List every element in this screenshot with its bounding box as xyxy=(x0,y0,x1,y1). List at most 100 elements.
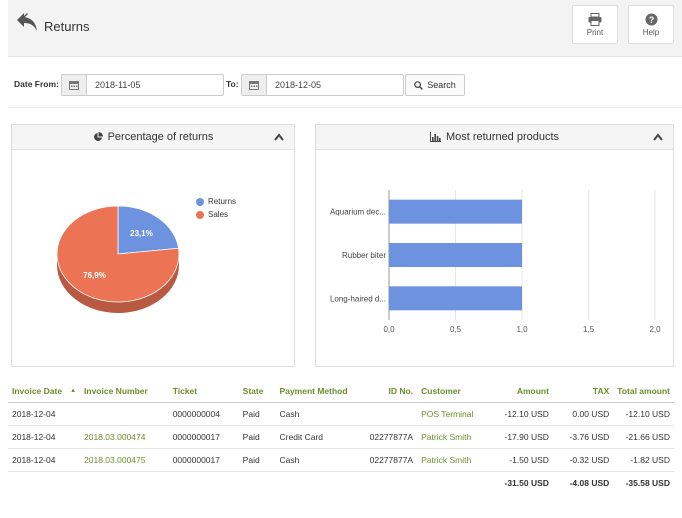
pie-data-label: 76,9% xyxy=(83,271,106,280)
chevron-up-icon[interactable] xyxy=(653,133,663,141)
calendar-icon[interactable] xyxy=(242,75,267,95)
cell-customer[interactable]: POS Terminal xyxy=(417,402,493,426)
date-to-label: To: xyxy=(226,79,239,89)
cell-tax: 0.00 USD xyxy=(552,402,614,426)
cell-id-no: 02277877A xyxy=(365,425,418,449)
page-title: Returns xyxy=(44,19,90,34)
pie-chart: 23,1% 76,9% xyxy=(56,205,180,313)
total-grand-sum: -35.58 USD xyxy=(625,477,670,488)
search-icon xyxy=(414,80,424,90)
cell-payment-method: Cash xyxy=(275,448,366,472)
cell-state: Paid xyxy=(238,402,276,426)
cell-invoice-date: 2018-12-04 xyxy=(8,425,81,449)
totals-row: -31.50 USD -4.08 USD -35.58 USD xyxy=(8,471,674,494)
legend-swatch-returns xyxy=(196,197,204,206)
cell-ticket: 0000000017 xyxy=(168,425,239,449)
bar[interactable] xyxy=(389,199,522,224)
date-to-group xyxy=(241,74,404,96)
pie-chart-icon xyxy=(93,132,103,141)
column-header[interactable]: State xyxy=(238,380,276,403)
cell-tax: -3.76 USD xyxy=(552,425,614,449)
column-header[interactable]: Customer xyxy=(417,380,493,403)
legend-item[interactable]: Sales xyxy=(196,208,236,221)
category-label: Aquarium dec... xyxy=(330,208,386,217)
total-tax-sum: -4.08 USD xyxy=(569,477,610,488)
column-header[interactable]: Invoice Number xyxy=(80,380,169,403)
panel-header: Most returned products xyxy=(316,125,673,150)
print-button[interactable]: Print xyxy=(572,5,618,44)
panel-title: Most returned products xyxy=(445,131,560,143)
x-tick-label: 1,0 xyxy=(516,325,528,334)
bar-chart: 0,0 0,5 1,0 1,5 2,0 Aquarium dec... Rubber bit… xyxy=(330,190,661,334)
cell-id-no: 02277877A xyxy=(365,448,418,472)
cell-invoice-number[interactable] xyxy=(80,402,169,426)
cell-total-amount: -21.66 USD xyxy=(613,425,674,449)
table-row[interactable]: 2018-12-04 2018.03.000474 0000000017 Pai… xyxy=(8,425,674,449)
filter-bar: Date From: To: Search xyxy=(8,62,682,108)
cell-invoice-number[interactable]: 2018.03.000475 xyxy=(80,448,169,472)
cell-customer[interactable]: Patrick Smith xyxy=(417,448,493,472)
table-row[interactable]: 2018-12-04 0000000004 Paid Cash POS Term… xyxy=(8,402,674,426)
legend-item[interactable]: Returns xyxy=(196,195,236,208)
column-header[interactable]: Amount xyxy=(492,380,553,403)
most-returned-products-panel: Most returned products 0,0 0,5 1,0 1,5 2,0 Aq… xyxy=(315,124,674,367)
bar[interactable] xyxy=(389,286,522,311)
cell-invoice-number[interactable]: 2018.03.000474 xyxy=(80,425,169,449)
column-header[interactable]: Total amount xyxy=(613,380,674,403)
returns-table: Invoice Date ▲ Invoice Number Ticket Stat… xyxy=(8,380,674,494)
svg-text:?: ? xyxy=(648,15,654,25)
back-icon[interactable] xyxy=(14,10,40,34)
cell-invoice-date: 2018-12-04 xyxy=(8,448,81,472)
cell-state: Paid xyxy=(238,448,276,472)
printer-icon xyxy=(588,13,602,26)
pie-data-label: 23,1% xyxy=(130,229,153,238)
x-tick-label: 0,5 xyxy=(450,325,462,334)
bar-chart-icon xyxy=(429,132,441,142)
calendar-icon[interactable] xyxy=(62,75,87,95)
cell-amount: -12.10 USD xyxy=(492,402,553,426)
question-circle-icon: ? xyxy=(645,13,657,26)
pie-legend: Returns Sales xyxy=(196,195,236,221)
cell-amount: -1.50 USD xyxy=(492,448,553,472)
column-header[interactable]: ID No. xyxy=(365,380,418,403)
table-row[interactable]: 2018-12-04 2018.03.000475 0000000017 Pai… xyxy=(8,448,674,472)
legend-swatch-sales xyxy=(196,210,204,219)
print-label: Print xyxy=(586,28,604,37)
date-from-label: Date From: xyxy=(14,79,59,89)
chevron-up-icon[interactable] xyxy=(274,133,284,141)
bar[interactable] xyxy=(389,243,522,267)
x-tick-label: 1,5 xyxy=(583,325,595,334)
panel-header: Percentage of returns xyxy=(12,125,294,150)
column-header[interactable]: Ticket xyxy=(168,380,239,403)
cell-tax: -0.32 USD xyxy=(552,448,614,472)
returns-percentage-panel: Percentage of returns 23,1% 76,9% Returns… xyxy=(11,124,295,367)
panel-title: Percentage of returns xyxy=(107,131,214,143)
total-amount-sum: -31.50 USD xyxy=(504,477,549,488)
column-header[interactable]: Invoice Date ▲ xyxy=(8,380,81,403)
x-tick-label: 2,0 xyxy=(649,325,661,334)
legend-label: Returns xyxy=(208,197,237,206)
table-header-row: Invoice Date ▲ Invoice Number Ticket Stat… xyxy=(8,380,674,403)
help-button[interactable]: ? Help xyxy=(628,5,674,44)
search-label: Search xyxy=(427,80,456,90)
cell-amount: -17.90 USD xyxy=(492,425,553,449)
cell-total-amount: -12.10 USD xyxy=(613,402,674,426)
date-from-group xyxy=(61,74,224,96)
cell-invoice-date: 2018-12-04 xyxy=(8,402,81,426)
category-label: Rubber biter xyxy=(342,251,386,260)
cell-ticket: 0000000004 xyxy=(168,402,239,426)
sort-asc-icon[interactable]: ▲ xyxy=(70,388,76,394)
search-button[interactable]: Search xyxy=(405,74,465,96)
date-to-input[interactable] xyxy=(267,75,397,95)
cell-ticket: 0000000017 xyxy=(168,448,239,472)
column-header[interactable]: Payment Method xyxy=(275,380,366,403)
legend-label: Sales xyxy=(208,210,229,219)
cell-payment-method: Cash xyxy=(275,402,366,426)
cell-customer[interactable]: Patrick Smith xyxy=(417,425,493,449)
cell-payment-method: Credit Card xyxy=(275,425,366,449)
cell-state: Paid xyxy=(238,425,276,449)
help-label: Help xyxy=(642,28,660,37)
x-tick-label: 0,0 xyxy=(383,325,395,334)
column-header[interactable]: TAX xyxy=(552,380,614,403)
date-from-input[interactable] xyxy=(87,75,217,95)
